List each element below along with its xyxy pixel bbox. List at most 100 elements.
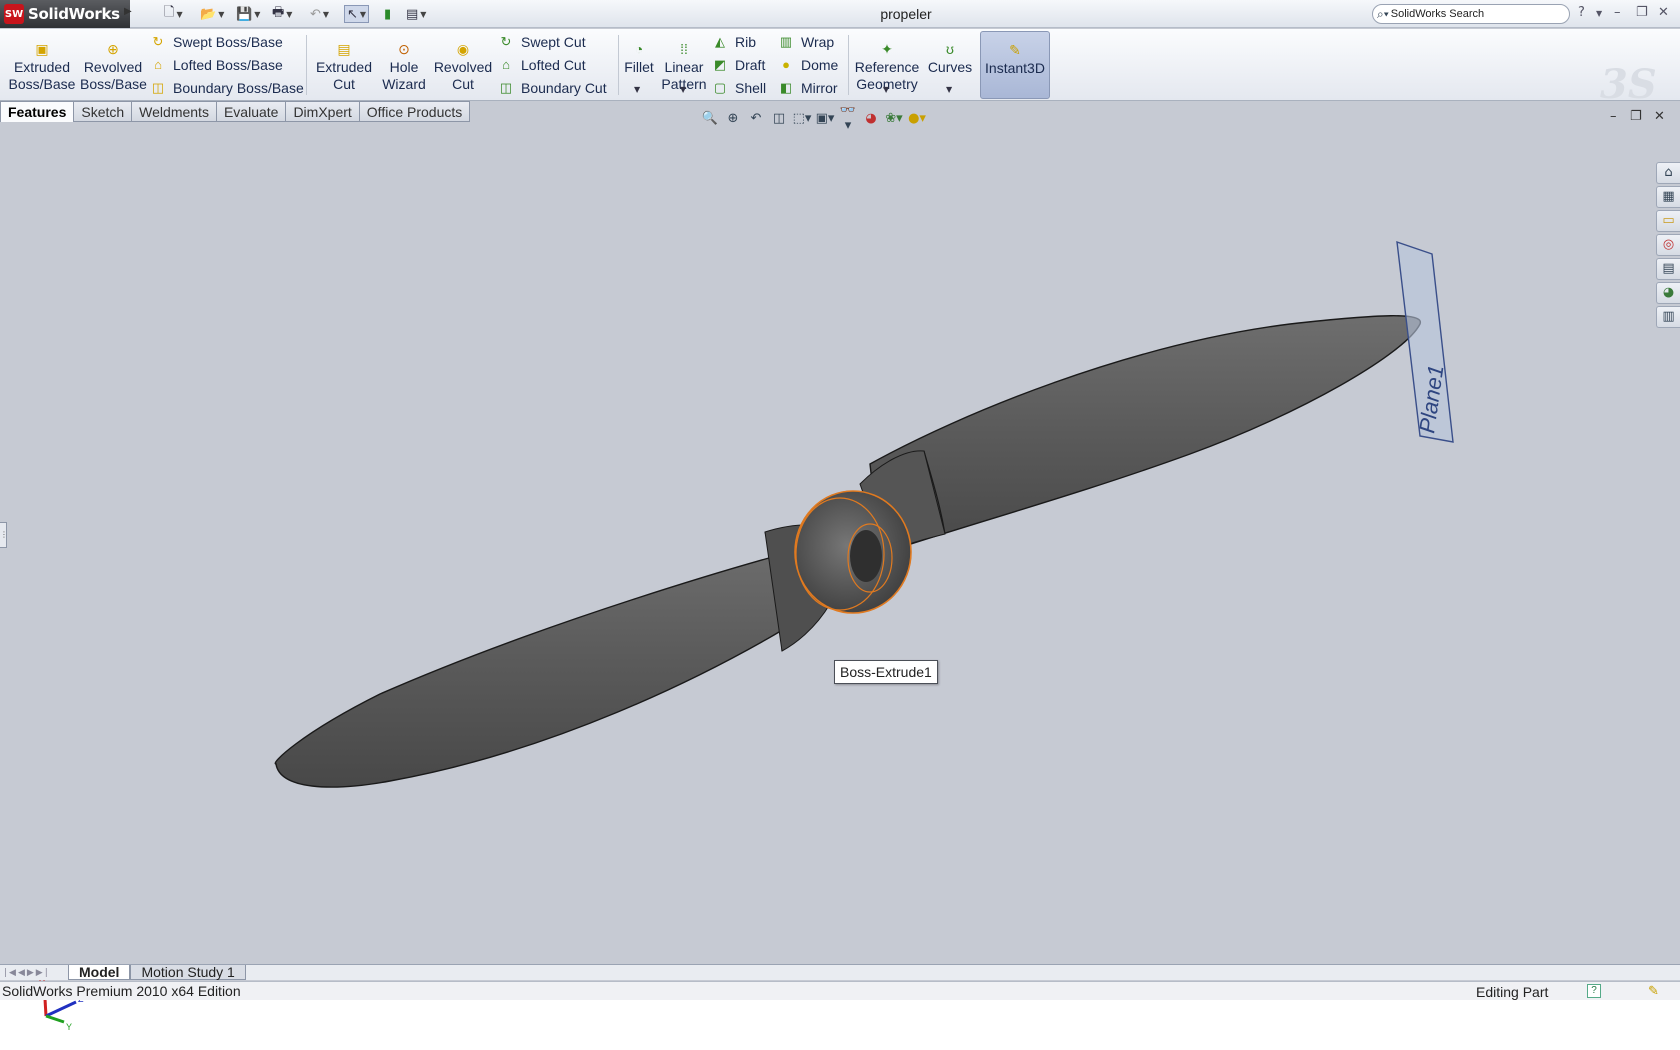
tab-motion-study-1[interactable]: Motion Study 1: [130, 964, 246, 980]
menu-expand-icon[interactable]: ▶: [124, 6, 132, 17]
print-button[interactable]: 🖶 ▼: [272, 5, 292, 23]
minimize-icon: –: [1614, 5, 1621, 20]
lofted-boss-label: Lofted Boss/Base: [173, 57, 283, 73]
revolved-boss-button[interactable]: ⊕ Revolved Boss/Base: [80, 31, 147, 97]
swept-boss-button[interactable]: ↻ Swept Boss/Base: [150, 32, 283, 52]
options-button[interactable]: ▤ ▼: [406, 5, 426, 23]
tab-dimxpert[interactable]: DimXpert: [286, 101, 360, 122]
separator: [848, 35, 849, 95]
undo-button[interactable]: ↶ ▼: [310, 5, 329, 23]
search-placeholder: SolidWorks Search: [1390, 8, 1485, 20]
reference-geometry-dropdown-icon[interactable]: ▼: [883, 85, 889, 94]
swept-cut-icon: ↻: [500, 34, 512, 49]
tab-sketch[interactable]: Sketch: [74, 101, 133, 122]
linear-pattern-icon: ⁞⁞: [680, 41, 688, 57]
mode-text: Editing Part: [1476, 984, 1549, 1000]
wrap-button[interactable]: ▥ Wrap: [778, 32, 834, 52]
mirror-label: Mirror: [801, 80, 838, 96]
rebuild-status-icon[interactable]: ✎: [1648, 983, 1659, 999]
lofted-cut-label: Lofted Cut: [521, 57, 586, 73]
dome-label: Dome: [801, 57, 839, 73]
instant3d-button[interactable]: ✎ Instant3D: [980, 31, 1050, 99]
revolved-cut-label: Revolved Cut: [433, 59, 493, 92]
extruded-boss-button[interactable]: ▣ Extruded Boss/Base: [8, 31, 76, 97]
fillet-dropdown-icon[interactable]: ▼: [634, 85, 640, 94]
help-button[interactable]: ?: [1578, 5, 1585, 20]
boundary-cut-button[interactable]: ◫ Boundary Cut: [498, 78, 607, 98]
title-bar: SW SolidWorks ▶ 🗋 ▼ 📂 ▼ 💾 ▼ 🖶 ▼ ↶ ▼ ↖ ▼ ▮ ▤ ▼ p…: [0, 0, 1680, 28]
wrap-label: Wrap: [801, 34, 835, 50]
feature-manager-expand-handle[interactable]: ⋮: [0, 522, 8, 548]
custom-properties-icon[interactable]: ▥: [1656, 306, 1680, 328]
doc-close-button[interactable]: ✕: [1654, 109, 1665, 124]
command-manager: ▣ Extruded Boss/Base ⊕ Revolved Boss/Bas…: [0, 29, 1680, 108]
lofted-cut-button[interactable]: ⌂ Lofted Cut: [498, 55, 586, 75]
lofted-cut-icon: ⌂: [502, 57, 510, 72]
boundary-boss-label: Boundary Boss/Base: [173, 80, 304, 96]
appearances-icon[interactable]: ◕: [1656, 282, 1680, 304]
tab-evaluate[interactable]: Evaluate: [216, 101, 287, 122]
curves-dropdown-icon[interactable]: ▼: [946, 85, 952, 94]
mirror-button[interactable]: ◧ Mirror: [778, 78, 838, 98]
restore-button[interactable]: ❐: [1636, 5, 1648, 20]
new-document-button[interactable]: 🗋 ▼: [164, 5, 183, 23]
propeller-blade-right[interactable]: [869, 315, 1421, 555]
save-button[interactable]: 💾 ▼: [236, 5, 260, 23]
close-button[interactable]: ✕: [1658, 5, 1669, 20]
help-dropdown-button[interactable]: ▼: [1596, 9, 1602, 18]
lofted-boss-button[interactable]: ⌂ Lofted Boss/Base: [150, 55, 283, 75]
hole-wizard-button[interactable]: ⊙ Hole Wizard: [380, 31, 428, 97]
revolved-cut-button[interactable]: ◉ Revolved Cut: [432, 31, 494, 97]
chevron-down-icon: ▼: [218, 9, 225, 19]
search-box[interactable]: ⌕▾ SolidWorks Search: [1372, 4, 1570, 24]
rebuild-button[interactable]: ▮: [384, 5, 391, 23]
open-button[interactable]: 📂 ▼: [200, 5, 224, 23]
edition-text: SolidWorks Premium 2010 x64 Edition: [2, 983, 241, 999]
doc-restore-button[interactable]: ❐: [1630, 109, 1642, 124]
save-disk-icon: 💾: [236, 6, 253, 22]
tab-scroll-arrows[interactable]: |◀◀▶▶|: [0, 968, 68, 978]
doc-minimize-button[interactable]: –: [1610, 109, 1617, 124]
triad-y-label: Y: [66, 1022, 72, 1032]
separator: [618, 35, 619, 95]
design-library-icon[interactable]: ▦: [1656, 186, 1680, 208]
fillet-label: Fillet: [624, 59, 654, 75]
quick-tips-icon[interactable]: ?: [1587, 984, 1601, 998]
search-results-icon[interactable]: ◎: [1656, 234, 1680, 256]
fillet-icon: ◔: [634, 41, 644, 57]
status-bar: SolidWorks Premium 2010 x64 Edition Edit…: [0, 981, 1680, 1000]
draft-button[interactable]: ◩ Draft: [712, 55, 766, 75]
extruded-cut-button[interactable]: ▤ Extruded Cut: [312, 31, 376, 97]
swept-cut-label: Swept Cut: [521, 34, 586, 50]
bottom-tab-bar: |◀◀▶▶| Model Motion Study 1: [0, 964, 1680, 980]
undo-icon: ↶: [310, 6, 321, 22]
chevron-down-icon: ▼: [286, 9, 293, 19]
minimize-button[interactable]: –: [1614, 5, 1621, 20]
shell-button[interactable]: ▢ Shell: [712, 78, 766, 98]
rib-button[interactable]: ◭ Rib: [712, 32, 756, 52]
view-palette-icon[interactable]: ▤: [1656, 258, 1680, 280]
tab-office-products[interactable]: Office Products: [359, 101, 471, 122]
solidworks-menu-button[interactable]: SW SolidWorks: [0, 0, 130, 28]
chevron-down-icon: ▼: [176, 9, 183, 19]
propeller-blade-left[interactable]: [274, 538, 841, 788]
file-explorer-icon[interactable]: ▭: [1656, 210, 1680, 232]
revolved-cut-icon: ◉: [456, 41, 470, 57]
home-icon[interactable]: ⌂: [1656, 162, 1680, 184]
select-button[interactable]: ↖ ▼: [344, 5, 370, 23]
app-logo-text: SolidWorks: [28, 5, 120, 23]
extruded-cut-icon: ▤: [337, 41, 351, 57]
tab-features[interactable]: Features: [0, 101, 75, 122]
linear-pattern-dropdown-icon[interactable]: ▼: [680, 85, 686, 94]
shell-icon: ▢: [713, 80, 727, 95]
graphics-area[interactable]: Plane1 Boss-Extrude1 X Z Y: [0, 124, 1656, 1032]
tab-model[interactable]: Model: [68, 964, 131, 980]
swept-boss-label: Swept Boss/Base: [173, 34, 283, 50]
close-icon: ✕: [1658, 5, 1669, 20]
swept-cut-button[interactable]: ↻ Swept Cut: [498, 32, 586, 52]
draft-icon: ◩: [713, 57, 727, 72]
boundary-cut-icon: ◫: [499, 80, 513, 95]
dome-button[interactable]: ● Dome: [778, 55, 838, 75]
boundary-boss-button[interactable]: ◫ Boundary Boss/Base: [150, 78, 304, 98]
tab-weldments[interactable]: Weldments: [132, 101, 217, 122]
